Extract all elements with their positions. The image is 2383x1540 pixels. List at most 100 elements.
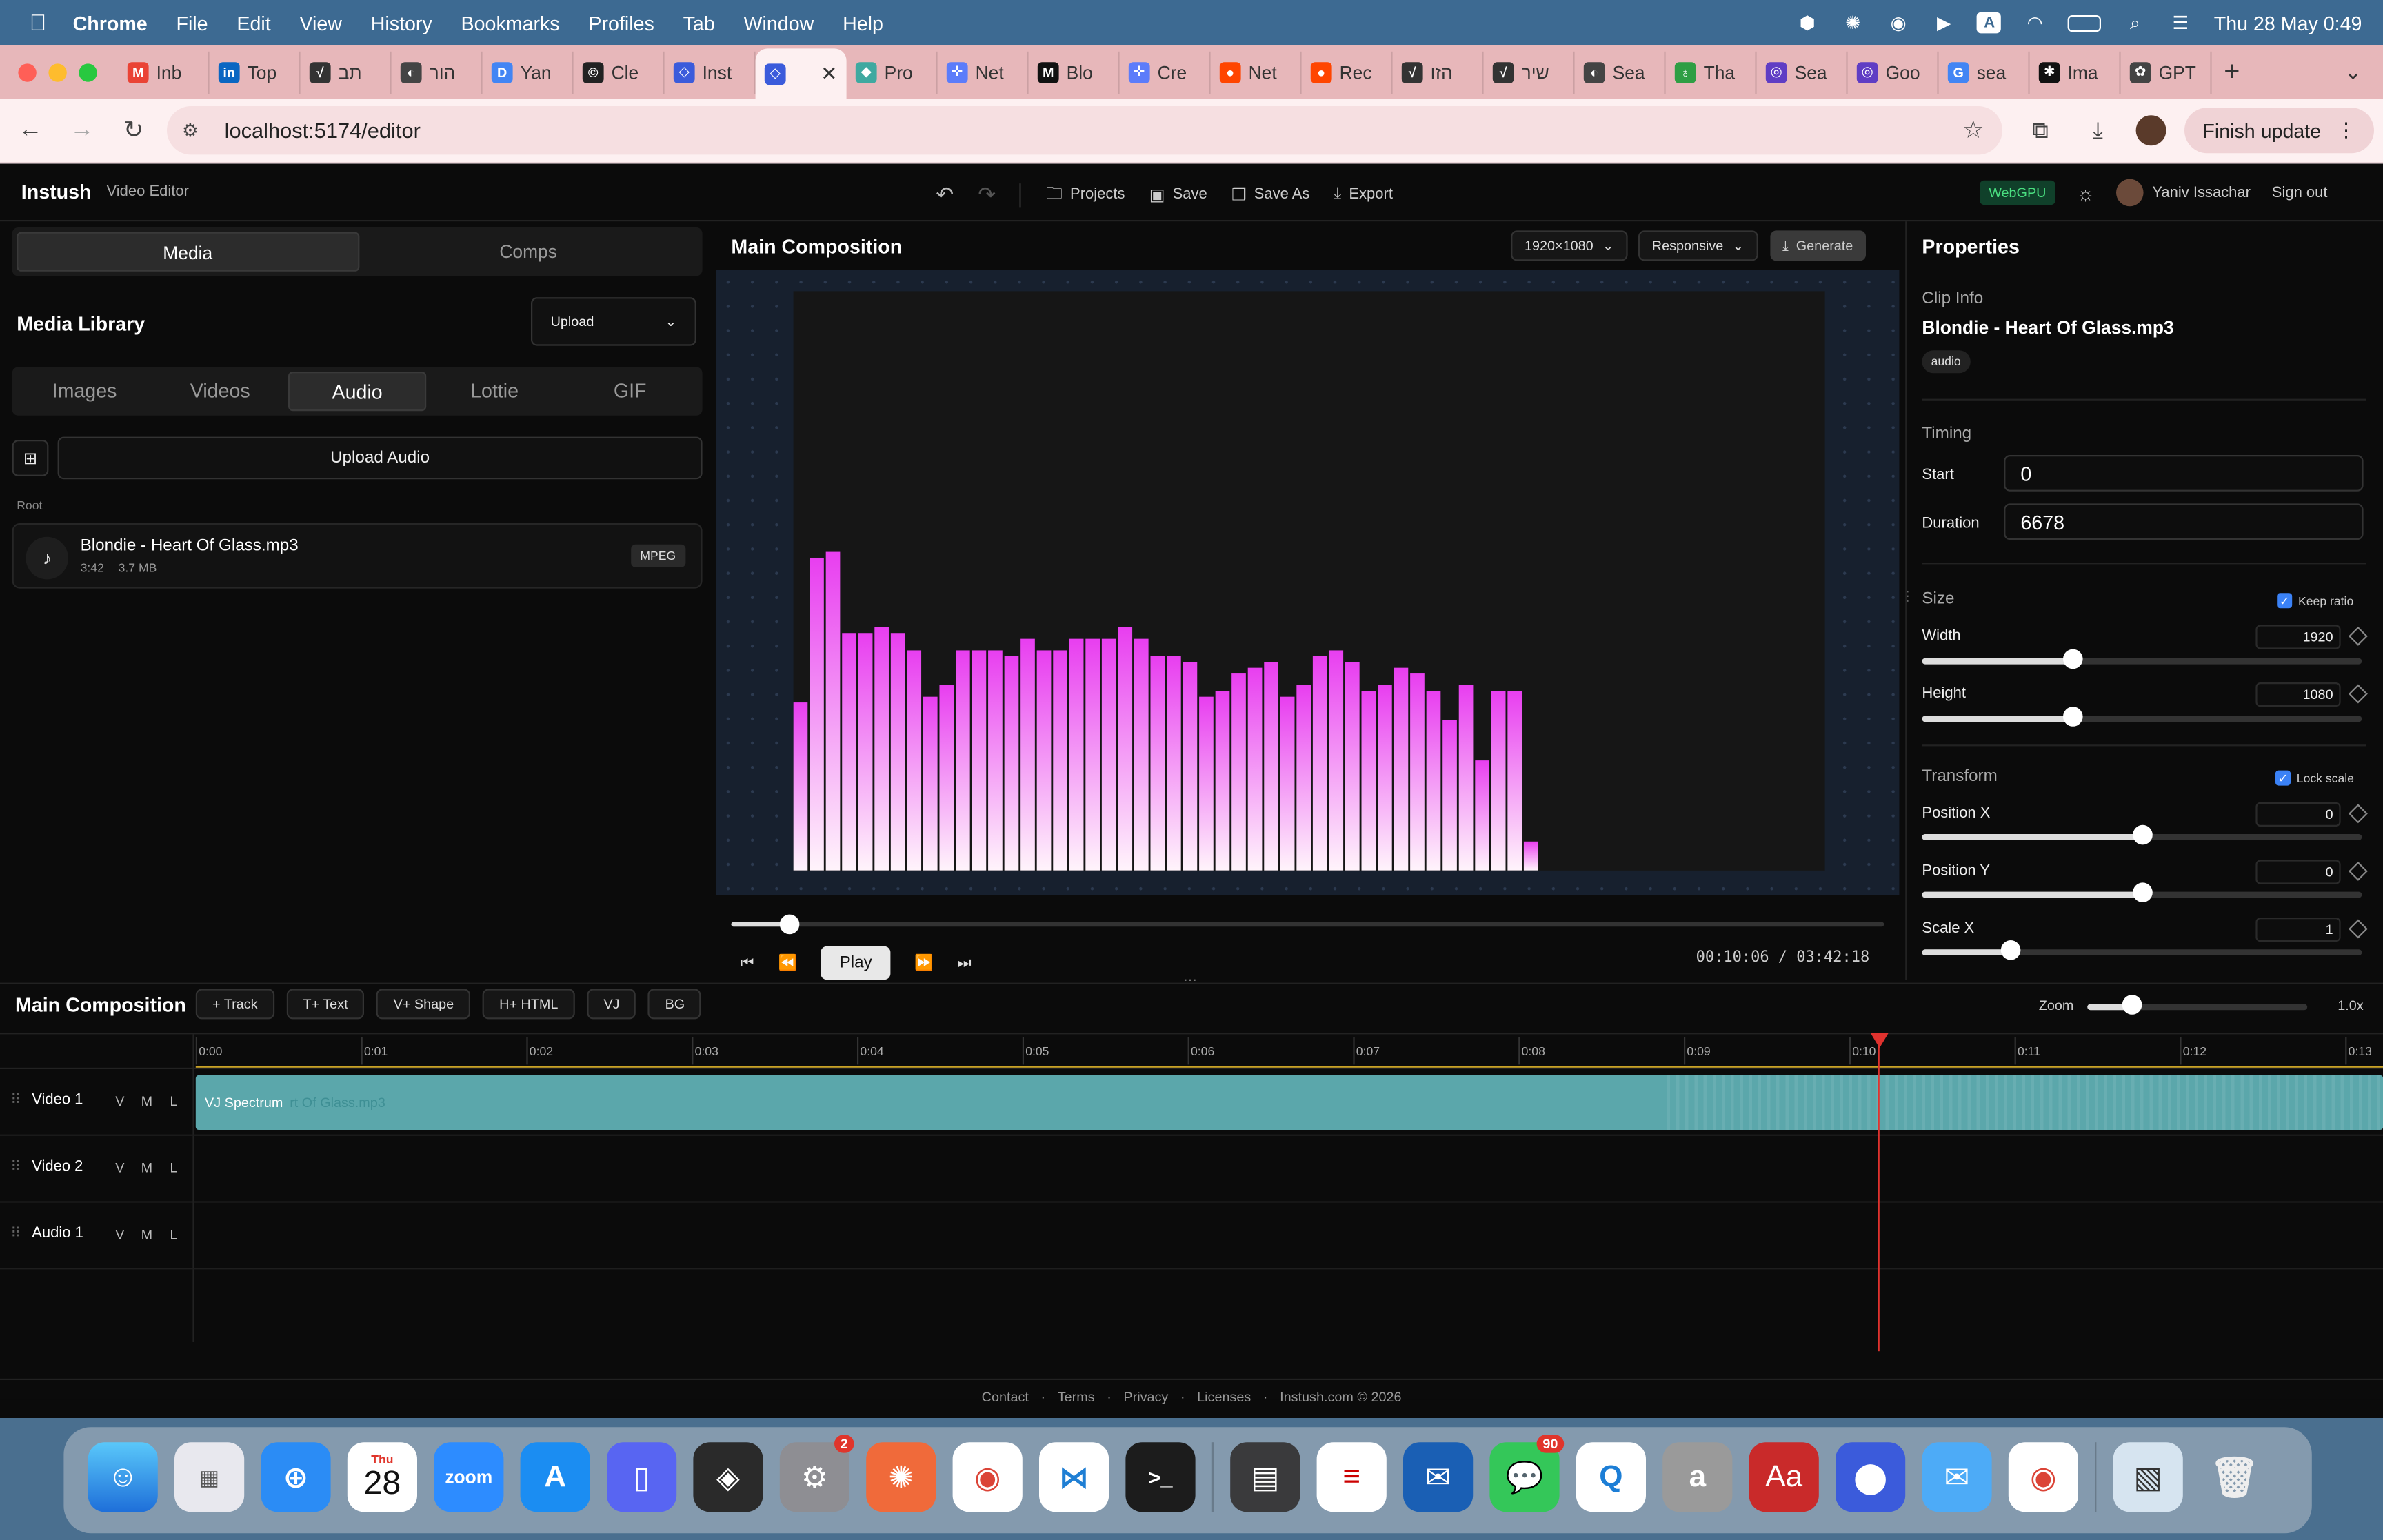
app-brand[interactable]: Instush xyxy=(21,181,92,203)
extensions-icon[interactable]: ⧉ xyxy=(2020,118,2060,143)
package-icon[interactable]: ⬢ xyxy=(1796,12,1820,34)
skip-to-end-icon[interactable]: ⏭ xyxy=(958,955,972,971)
browser-tab[interactable]: Gsea xyxy=(1939,50,2030,94)
browser-tab[interactable]: ♁ Tha xyxy=(1666,50,1757,94)
terminal-icon[interactable]: >_ xyxy=(1125,1442,1196,1512)
keyframe-diamond-icon[interactable] xyxy=(2348,626,2368,646)
timeline-track[interactable]: ⠿ Audio 1 V M L xyxy=(0,1203,2383,1270)
filter-audio[interactable]: Audio xyxy=(288,372,427,412)
close-window-icon[interactable] xyxy=(18,63,37,81)
chrome-canary-icon[interactable]: ◉ xyxy=(2008,1442,2078,1512)
downloads-icon[interactable]: ⤓ xyxy=(2078,118,2118,143)
spotlight-search-icon[interactable]: ⌕ xyxy=(2123,12,2147,34)
media-item[interactable]: ♪ Blondie - Heart Of Glass.mp3 3:42 3.7 … xyxy=(12,523,703,589)
track-mute-toggle[interactable]: M xyxy=(141,1227,153,1242)
drag-handle-icon[interactable]: ⠿ xyxy=(10,1092,21,1108)
step-forward-icon[interactable]: ⏩ xyxy=(914,955,933,971)
keyframe-diamond-icon[interactable] xyxy=(2348,861,2368,881)
keyframe-diamond-icon[interactable] xyxy=(2348,804,2368,824)
height-input[interactable]: 1080 xyxy=(2255,682,2341,707)
browser-tab[interactable]: ● Rec xyxy=(1302,50,1393,94)
finish-update-button[interactable]: Finish update ⋮ xyxy=(2184,108,2375,154)
browser-tab[interactable]: © Cle xyxy=(574,50,665,94)
play-button[interactable]: Play xyxy=(821,946,891,980)
position-y-input[interactable]: 0 xyxy=(2255,860,2341,884)
track-visibility-toggle[interactable]: V xyxy=(115,1227,124,1242)
menu-file[interactable]: File xyxy=(176,12,208,34)
position-y-slider-knob[interactable] xyxy=(2133,882,2153,902)
browser-tab[interactable]: ✛ Cre xyxy=(1120,50,1211,94)
width-slider[interactable] xyxy=(1922,658,2362,665)
forward-icon[interactable]: → xyxy=(61,116,103,144)
track-mute-toggle[interactable]: M xyxy=(141,1160,153,1175)
track-lock-toggle[interactable]: L xyxy=(170,1227,177,1242)
chrome-icon[interactable]: ◉ xyxy=(952,1442,1023,1512)
scale-x-slider[interactable] xyxy=(1922,949,2362,955)
calculator-icon[interactable]: ▤ xyxy=(1230,1442,1300,1512)
browser-tab[interactable]: in Top xyxy=(210,50,301,94)
browser-tab[interactable]: √ תב xyxy=(301,50,392,94)
site-settings-icon[interactable]: ⚙ xyxy=(182,120,212,141)
mail-icon[interactable]: ✉ xyxy=(1922,1442,1992,1512)
composition-canvas[interactable] xyxy=(793,291,1825,871)
undo-icon[interactable]: ↶ xyxy=(936,182,954,207)
zoom-slider-knob[interactable] xyxy=(2122,995,2142,1015)
input-source-icon[interactable]: A xyxy=(1977,12,2002,34)
apple-icon[interactable]:  xyxy=(24,9,52,37)
filter-lottie[interactable]: Lottie xyxy=(427,372,563,411)
scrubber-knob[interactable] xyxy=(779,914,800,935)
notes-icon[interactable]: ≡ xyxy=(1316,1442,1387,1512)
playback-scrubber[interactable] xyxy=(731,922,1884,927)
add-html-button[interactable]: H+ HTML xyxy=(482,989,575,1020)
keyframe-diamond-icon[interactable] xyxy=(2348,919,2368,939)
browser-tab[interactable]: M Inb xyxy=(119,50,210,94)
zoom-app-icon[interactable]: zoom xyxy=(434,1442,504,1512)
footer-terms[interactable]: Terms xyxy=(1058,1389,1095,1404)
add-bg-button[interactable]: BG xyxy=(648,989,702,1020)
add-text-button[interactable]: T+ Text xyxy=(286,989,365,1020)
dictionary-icon[interactable]: Aa xyxy=(1749,1442,1819,1512)
height-slider-knob[interactable] xyxy=(2062,707,2082,727)
time-ruler[interactable]: 0:00 0:01 0:02 0:03 0:04 0:05 0:06 0:07 0:08 0:09… xyxy=(0,1033,2383,1071)
playhead-handle[interactable] xyxy=(1870,1033,1889,1048)
new-folder-button[interactable]: ⊞ xyxy=(12,440,49,476)
redo-icon[interactable]: ↷ xyxy=(978,182,996,207)
thunderbird-icon[interactable]: ✉ xyxy=(1403,1442,1474,1512)
menu-window[interactable]: Window xyxy=(744,12,814,34)
zoom-status-icon[interactable]: ◉ xyxy=(1887,12,1911,34)
lock-scale-checkbox[interactable]: ✓ Lock scale xyxy=(2275,770,2354,786)
browser-tab[interactable]: ● Net xyxy=(1211,50,1302,94)
menu-bookmarks[interactable]: Bookmarks xyxy=(461,12,560,34)
scale-x-slider-knob[interactable] xyxy=(2000,940,2021,960)
claude-icon[interactable]: ✺ xyxy=(866,1442,936,1512)
drag-handle-icon[interactable]: ⠿ xyxy=(10,1159,21,1175)
menubar-clock[interactable]: Thu 28 May 0:49 xyxy=(2214,12,2362,34)
projects-button[interactable]: 🗀 Projects xyxy=(1046,181,1125,210)
track-mute-toggle[interactable]: M xyxy=(141,1093,153,1108)
scale-x-input[interactable]: 1 xyxy=(2255,918,2341,942)
browser-tab[interactable]: ✿ GPT xyxy=(2121,50,2212,94)
trash-icon[interactable]: 🗑 xyxy=(2200,1442,2269,1512)
sign-out-link[interactable]: Sign out xyxy=(2272,184,2328,201)
add-shape-button[interactable]: V+ Shape xyxy=(376,989,471,1020)
user-menu[interactable]: Yaniv Issachar xyxy=(2115,179,2251,207)
footer-copyright[interactable]: Instush.com © 2026 xyxy=(1280,1389,1401,1404)
add-vj-button[interactable]: VJ xyxy=(587,989,636,1020)
tab-search-chevron-icon[interactable]: ⌄ xyxy=(2344,59,2362,85)
browser-tab[interactable]: √ הזו xyxy=(1393,50,1484,94)
app-store-icon[interactable]: A xyxy=(520,1442,590,1512)
track-lock-toggle[interactable]: L xyxy=(170,1160,177,1175)
menu-edit[interactable]: Edit xyxy=(237,12,270,34)
new-tab-icon[interactable]: + xyxy=(2224,56,2240,88)
reload-icon[interactable]: ↻ xyxy=(112,115,155,145)
drag-handle-icon[interactable]: ⠿ xyxy=(10,1226,21,1242)
menu-help[interactable]: Help xyxy=(843,12,883,34)
track-visibility-toggle[interactable]: V xyxy=(115,1160,124,1175)
width-slider-knob[interactable] xyxy=(2062,649,2082,669)
close-tab-icon[interactable]: ✕ xyxy=(821,61,837,85)
system-settings-icon[interactable]: ⚙ 2 xyxy=(779,1435,854,1512)
browser-tab[interactable]: ◎ Sea xyxy=(1757,50,1848,94)
menu-chrome[interactable]: Chrome xyxy=(73,12,148,34)
play-circle-icon[interactable]: ▶ xyxy=(1932,12,1956,34)
width-input[interactable]: 1920 xyxy=(2255,625,2341,649)
